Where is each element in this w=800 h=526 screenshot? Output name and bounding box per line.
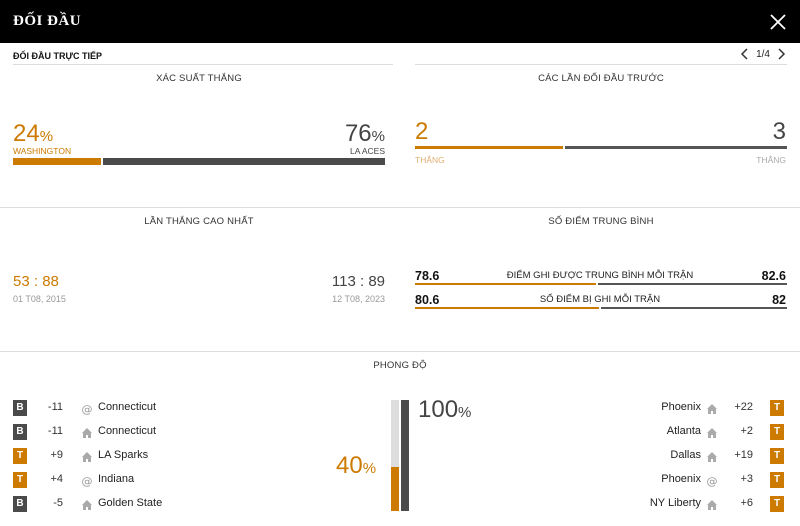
home-icon — [706, 450, 718, 462]
opponent-name: Phoenix — [661, 473, 701, 485]
svg-text:@: @ — [82, 475, 93, 487]
home-icon — [706, 426, 718, 438]
home-icon — [706, 498, 718, 510]
opponent-name: Atlanta — [666, 425, 701, 437]
opponent-name: LA Sparks — [98, 449, 149, 461]
away-icon: @ — [81, 474, 93, 488]
previous-meetings-title: CÁC LẦN ĐỐI ĐẦU TRƯỚC — [538, 73, 664, 84]
avg-conceded-bar-left — [415, 307, 599, 309]
right-form-bar-fill — [401, 400, 409, 511]
divider — [0, 207, 800, 208]
left-wins-label: THẮNG — [415, 155, 445, 165]
svg-text:@: @ — [707, 475, 718, 487]
result-badge: T — [770, 424, 784, 440]
avg-scored-bar-left — [415, 283, 596, 285]
opponent-name: Connecticut — [98, 425, 157, 437]
score-diff: +4 — [50, 473, 63, 485]
home-icon — [81, 426, 93, 438]
result-badge: B — [13, 400, 27, 416]
meetings-bar-right — [565, 146, 787, 149]
average-points-title: SỐ ĐIỂM TRUNG BÌNH — [548, 216, 654, 227]
divider — [415, 64, 787, 65]
page-indicator: 1/4 — [756, 48, 770, 60]
modal-title: ĐỐI ĐẦU — [13, 13, 82, 29]
away-icon: @ — [81, 402, 93, 416]
opponent-name: Dallas — [670, 449, 701, 461]
left-form-bar-fill — [391, 467, 399, 511]
left-biggest-win-score: 53 : 88 — [13, 273, 59, 290]
divider — [13, 64, 393, 65]
avg-conceded-right: 82 — [772, 293, 786, 307]
avg-conceded-left: 80.6 — [415, 293, 440, 307]
meetings-bar-left — [415, 146, 563, 149]
score-diff: -11 — [47, 401, 63, 413]
right-win-pct: 76% — [344, 120, 385, 147]
score-diff: +3 — [740, 473, 753, 485]
avg-scored-right: 82.6 — [761, 269, 786, 283]
avg-scored-label: ĐIỂM GHI ĐƯỢC TRUNG BÌNH MỖI TRẬN — [506, 270, 694, 281]
pager: 1/4 — [740, 48, 786, 60]
left-team-name: WASHINGTON — [13, 146, 72, 156]
avg-scored-bar-right — [598, 283, 787, 285]
right-wins-count: 3 — [772, 118, 786, 145]
chevron-right-icon[interactable] — [776, 48, 786, 60]
opponent-name: Golden State — [98, 497, 163, 509]
win-prob-bar-left — [13, 158, 101, 165]
result-badge: T — [770, 448, 784, 464]
result-badge: B — [13, 424, 27, 440]
score-diff: +2 — [740, 425, 753, 437]
score-diff: +19 — [734, 449, 753, 461]
right-form-pct: 100% — [418, 396, 472, 423]
away-icon: @ — [706, 474, 718, 488]
opponent-name: Connecticut — [98, 401, 157, 413]
biggest-win-title: LẦN THẮNG CAO NHẤT — [144, 216, 254, 227]
svg-text:@: @ — [82, 403, 93, 415]
score-diff: +6 — [740, 497, 753, 509]
score-diff: -11 — [47, 425, 63, 437]
home-icon — [706, 402, 718, 414]
chevron-left-icon[interactable] — [740, 48, 750, 60]
result-badge: T — [770, 496, 784, 512]
opponent-name: Phoenix — [661, 401, 701, 413]
divider — [0, 351, 800, 352]
avg-conceded-label: SỐ ĐIỂM BỊ GHI MỖI TRẬN — [539, 294, 661, 305]
right-wins-label: THẮNG — [756, 155, 786, 165]
home-icon — [81, 450, 93, 462]
form-title: PHONG ĐỘ — [373, 360, 427, 371]
score-diff: +22 — [734, 401, 753, 413]
avg-scored-left: 78.6 — [415, 269, 440, 283]
result-badge: T — [13, 448, 27, 464]
right-biggest-win-score: 113 : 89 — [331, 273, 385, 290]
left-biggest-win-date: 01 T08, 2015 — [13, 294, 66, 304]
left-wins-count: 2 — [415, 118, 429, 145]
home-icon — [81, 498, 93, 510]
result-badge: T — [13, 472, 27, 488]
score-diff: -5 — [53, 497, 63, 509]
left-form-pct: 40% — [336, 452, 377, 479]
avg-conceded-bar-right — [601, 307, 787, 309]
result-badge: T — [770, 472, 784, 488]
opponent-name: NY Liberty — [649, 497, 701, 509]
sub-header: ĐỐI ĐẦU TRỰC TIẾP 1/4 — [0, 43, 800, 65]
win-probability-title: XÁC SUẤT THẮNG — [156, 73, 242, 84]
result-badge: B — [13, 496, 27, 512]
right-team-name: LA ACES — [350, 146, 385, 156]
section-label: ĐỐI ĐẦU TRỰC TIẾP — [13, 51, 102, 61]
left-win-pct: 24% — [13, 120, 54, 147]
win-prob-bar-right — [103, 158, 385, 165]
result-badge: T — [770, 400, 784, 416]
modal-header: ĐỐI ĐẦU — [0, 0, 800, 43]
right-biggest-win-date: 12 T08, 2023 — [332, 294, 385, 304]
opponent-name: Indiana — [98, 473, 135, 485]
close-icon[interactable] — [768, 12, 788, 32]
score-diff: +9 — [50, 449, 63, 461]
